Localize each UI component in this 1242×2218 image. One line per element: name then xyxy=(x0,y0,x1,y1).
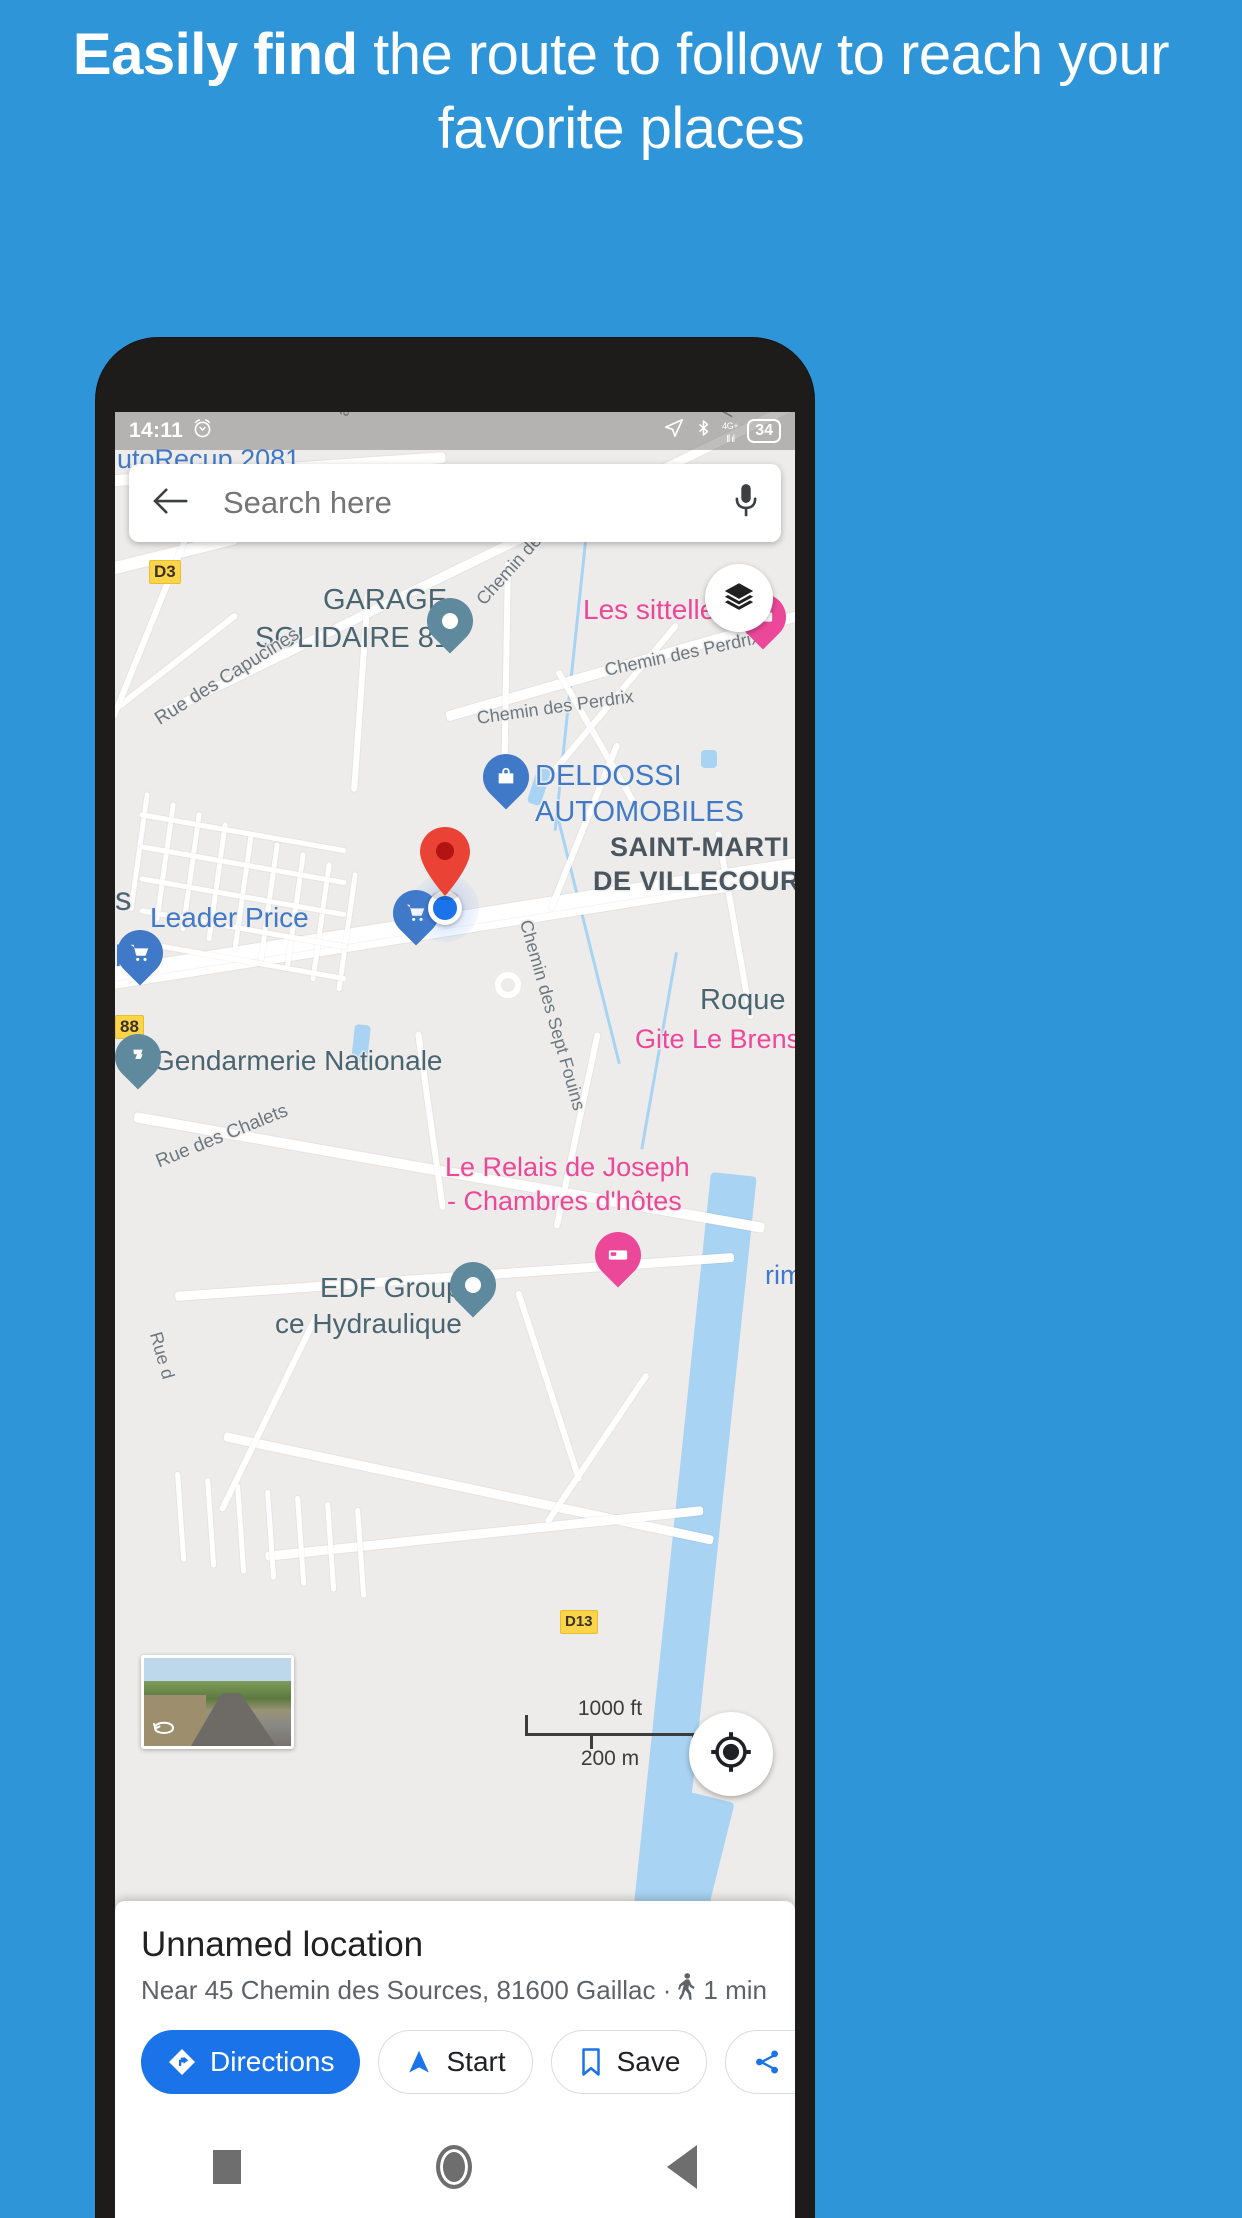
map-road xyxy=(205,1477,217,1568)
scale-imperial-label: 1000 ft xyxy=(577,1697,643,1720)
map-label: Chemin des Perdrix xyxy=(475,686,635,728)
map-label: Gite Le Brens xyxy=(635,1024,795,1054)
bookmark-icon xyxy=(578,2047,604,2077)
status-bar: 14:11 4G+ Il ıl 34 xyxy=(115,412,795,450)
my-location-button[interactable] xyxy=(689,1712,773,1796)
location-arrow-icon xyxy=(663,417,685,445)
map-roundabout xyxy=(495,972,521,998)
map-road xyxy=(544,1372,650,1525)
alarm-icon xyxy=(191,417,214,446)
map-label: ce Hydraulique xyxy=(275,1308,462,1339)
status-time: 14:11 xyxy=(129,419,184,442)
road-shield: D3 xyxy=(149,560,181,584)
action-label: Start xyxy=(446,2046,506,2077)
relais-joseph-pin[interactable] xyxy=(585,1222,651,1292)
road-shield: D13 xyxy=(560,1610,598,1634)
navigation-arrow-icon xyxy=(405,2048,433,2076)
map-layers-button[interactable] xyxy=(705,564,773,632)
network-label: 4G+ xyxy=(722,420,739,431)
map-road xyxy=(235,1483,247,1574)
map-water xyxy=(701,750,717,768)
map-road xyxy=(515,1290,583,1483)
triangle-back-icon[interactable] xyxy=(667,2145,698,2189)
phone-screen: utoRecup 2081arshemin dD3GARAGESOLIDAIRE… xyxy=(115,412,795,2218)
supermarket-pin[interactable] xyxy=(115,920,173,990)
promo-headline-bold: Easily find xyxy=(72,22,358,87)
network-indicator: 4G+ Il ıl xyxy=(722,420,739,445)
destination-marker[interactable] xyxy=(415,824,475,900)
map-road xyxy=(265,1489,277,1580)
save-button[interactable]: Save xyxy=(550,2030,708,2094)
map-label: Rue d xyxy=(145,1329,179,1382)
map-label: Chemin des Perdrix xyxy=(602,627,762,680)
map-road xyxy=(218,1312,321,1513)
search-input[interactable]: Search here xyxy=(223,485,733,521)
microphone-icon[interactable] xyxy=(733,483,759,524)
battery-indicator: 34 xyxy=(747,419,781,443)
circle-home-icon[interactable] xyxy=(435,2145,472,2189)
map-label: Gendarmerie Nationale xyxy=(153,1045,443,1076)
map-label: SAINT-MARTI xyxy=(610,832,790,862)
edf-pin[interactable] xyxy=(440,1252,506,1322)
place-info-card: Unnamed location Near 45 Chemin des Sour… xyxy=(115,1901,795,2116)
map-label: Le Relais de Joseph xyxy=(445,1152,690,1182)
bluetooth-icon xyxy=(694,417,713,445)
map-label: AUTOMOBILES xyxy=(535,796,744,828)
map-road xyxy=(175,1471,187,1562)
streetview-pegman-icon xyxy=(151,1715,177,1740)
action-label: Directions xyxy=(210,2046,335,2077)
back-arrow-icon[interactable] xyxy=(151,486,189,521)
map-road xyxy=(295,1495,307,1586)
sh-button[interactable]: Sh xyxy=(725,2030,795,2094)
map-scale-bar: 1000 ft 200 m xyxy=(525,1697,695,1771)
map-label: rim xyxy=(765,1260,795,1290)
map-label: Roque xyxy=(700,984,786,1016)
map-label: s xyxy=(115,880,132,917)
walk-time: 1 min xyxy=(703,1975,767,2005)
place-action-buttons: Directions Start Save Sh xyxy=(141,2030,795,2094)
layers-icon xyxy=(722,579,756,618)
garage-solidaire-pin[interactable] xyxy=(417,588,483,658)
deldossi-pin[interactable] xyxy=(473,744,539,814)
start-button[interactable]: Start xyxy=(378,2030,533,2094)
walking-person-icon xyxy=(677,1973,697,2008)
directions-icon xyxy=(167,2047,197,2077)
scale-metric-label: 200 m xyxy=(580,1747,640,1770)
promo-headline: Easily find the route to follow to reach… xyxy=(0,18,1242,166)
search-bar[interactable]: Search here xyxy=(129,464,781,542)
map-label: DELDOSSI xyxy=(535,760,682,792)
share-icon xyxy=(752,2048,782,2076)
map-label: Rue des Capucines xyxy=(151,623,303,730)
place-subtitle: Near 45 Chemin des Sources, 81600 Gailla… xyxy=(141,1973,769,2008)
map-label: DE VILLECOUR xyxy=(593,866,795,896)
action-label: Save xyxy=(616,2046,681,2077)
place-address: Near 45 Chemin des Sources, 81600 Gailla… xyxy=(141,1975,672,2005)
map-label: Leader Price xyxy=(150,902,309,933)
map-label: Chemin des Sept Fouins xyxy=(515,917,590,1113)
promo-headline-rest: the route to follow to reach your favori… xyxy=(357,22,1170,162)
streetview-thumbnail[interactable] xyxy=(141,1655,294,1749)
my-location-icon xyxy=(709,1730,753,1779)
android-navigation-bar xyxy=(115,2116,795,2218)
place-title: Unnamed location xyxy=(141,1925,424,1964)
square-recents-icon[interactable] xyxy=(212,2150,241,2184)
map-road xyxy=(355,1507,367,1598)
directions-button[interactable]: Directions xyxy=(141,2030,361,2094)
gendarmerie-pin[interactable] xyxy=(115,1024,171,1094)
map-label: - Chambres d'hôtes xyxy=(447,1186,682,1216)
phone-frame: utoRecup 2081arshemin dD3GARAGESOLIDAIRE… xyxy=(96,338,814,2218)
scale-bar-graphic xyxy=(525,1715,695,1751)
